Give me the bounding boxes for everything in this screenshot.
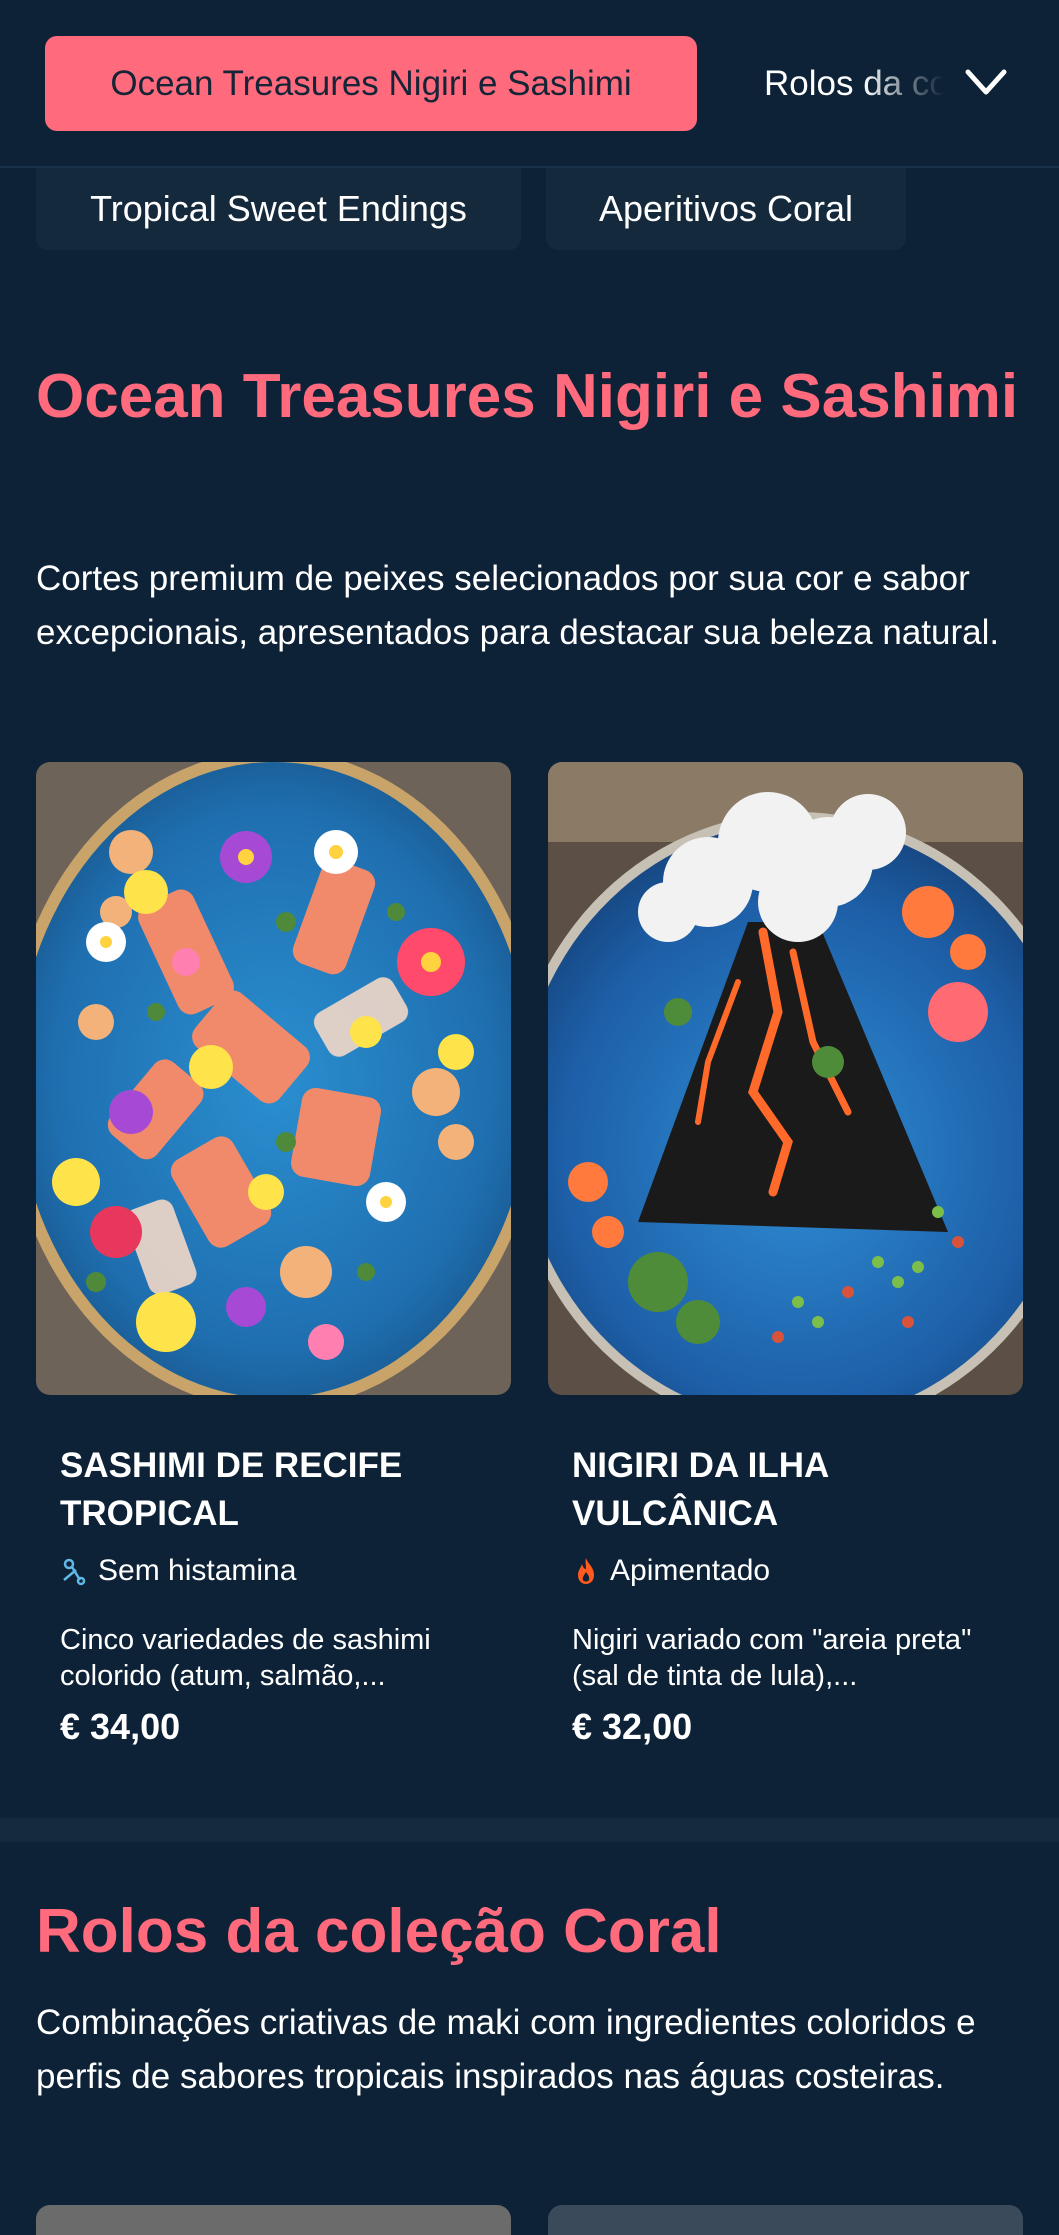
dish-image: [548, 2205, 1023, 2235]
dish-image: [36, 2205, 511, 2235]
section-description: Combinações criativas de maki com ingred…: [36, 2003, 976, 2096]
dietary-tag-label: Sem histamina: [98, 1554, 297, 1587]
histamine-free-icon: [63, 1558, 86, 1586]
dish-image: [36, 762, 511, 1395]
category-chip-appetizers[interactable]: Aperitivos Coral: [546, 168, 906, 250]
section-title: Rolos da coleção Coral: [36, 1897, 722, 1966]
category-chip-desserts[interactable]: Tropical Sweet Endings: [36, 168, 521, 250]
category-tab-active[interactable]: Ocean Treasures Nigiri e Sashimi: [45, 36, 697, 131]
menu-item-description: Nigiri variado com "areia preta" (sal de…: [572, 1624, 972, 1692]
category-subnav: Tropical Sweet Endings Aperitivos Coral: [0, 168, 1059, 258]
menu-item-name: SASHIMI DE RECIFE TROPICAL: [60, 1446, 403, 1533]
category-chip-label: Tropical Sweet Endings: [90, 188, 467, 229]
dish-image: [548, 762, 1023, 1395]
category-tab-label: Rolos da coleção Coral: [764, 63, 944, 103]
menu-item-price: € 34,00: [60, 1706, 181, 1747]
menu-item-description: Cinco variedades de sashimi colorido (at…: [60, 1624, 431, 1692]
category-nav: Ocean Treasures Nigiri e Sashimi Rolos d…: [0, 0, 1059, 168]
section-divider: [0, 1818, 1059, 1842]
category-tab-label: Ocean Treasures Nigiri e Sashimi: [110, 63, 632, 103]
category-tab-next[interactable]: Rolos da coleção Coral: [764, 36, 944, 131]
dietary-tag: Apimentado: [572, 1554, 770, 1588]
menu-item-name: NIGIRI DA ILHA VULCÂNICA: [572, 1446, 829, 1533]
menu-item-card[interactable]: SASHIMI DE RECIFE TROPICAL Sem histamina…: [36, 762, 511, 1774]
category-chip-label: Aperitivos Coral: [598, 188, 854, 229]
dietary-tag: Sem histamina: [60, 1554, 296, 1588]
section-description: Cortes premium de peixes selecionados po…: [36, 559, 1000, 652]
dietary-tag-label: Apimentado: [610, 1554, 771, 1587]
menu-item-price: € 32,00: [572, 1706, 693, 1747]
chevron-down-icon[interactable]: [962, 62, 1010, 102]
section-title: Ocean Treasures Nigiri e Sashimi: [36, 362, 1019, 431]
menu-item-card[interactable]: NIGIRI DA ILHA VULCÂNICA Apimentado Nigi…: [548, 762, 1023, 1774]
flame-icon: [578, 1558, 594, 1584]
